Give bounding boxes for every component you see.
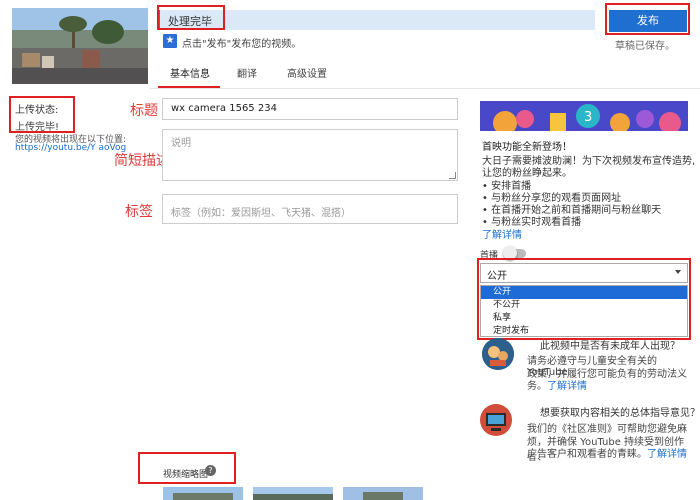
thumbnail-option[interactable]	[163, 487, 243, 500]
star-icon: ★	[163, 34, 177, 48]
draft-saved-text: 草稿已保存。	[615, 41, 675, 52]
thumbnail-option[interactable]	[343, 487, 423, 500]
title-input[interactable]: wx camera 1565 234	[162, 98, 458, 120]
resize-handle[interactable]	[449, 172, 456, 179]
video-thumbnail	[12, 8, 148, 84]
kids-illustration-icon	[482, 338, 514, 370]
annotation-box-publish	[605, 3, 690, 35]
guidelines-question: 想要获取内容相关的总体指导意见？	[540, 408, 700, 419]
tab-active-indicator	[158, 86, 220, 88]
annotation-box-visibility	[477, 258, 691, 340]
thumbnail-option[interactable]	[253, 487, 333, 500]
tab-basic-info[interactable]: 基本信息	[170, 65, 210, 80]
promo-learn-more-link[interactable]: 了解详情	[482, 226, 522, 241]
premiere-promo-banner: 3	[480, 101, 688, 131]
annotation-box-thumbnails	[138, 452, 236, 484]
publish-hint: 点击"发布"发布您的视频。	[182, 39, 302, 50]
guidelines-learn-more-link[interactable]: 了解详情	[647, 449, 687, 460]
annotation-box-upload-status	[9, 96, 75, 133]
kids-learn-more-link[interactable]: 了解详情	[547, 381, 587, 392]
description-input[interactable]: 说明	[162, 129, 458, 181]
tab-advanced-settings[interactable]: 高级设置	[287, 65, 327, 80]
annotation-tags: 标签	[125, 204, 153, 220]
annotation-box-status	[157, 5, 225, 30]
video-link[interactable]: https://youtu.be/Y aoVog	[15, 143, 126, 153]
promo-title: 首映功能全新登场！	[482, 142, 572, 153]
kids-text-end: 务。	[527, 381, 547, 392]
annotation-title: 标题	[130, 103, 158, 119]
tabs-divider	[150, 88, 700, 89]
kids-question: 此视频中是否有未成年人出现？	[540, 341, 680, 352]
guidelines-text-end: 广告客户和观看者的青睐。	[527, 449, 647, 460]
guidelines-text-line: 广告客户和观看者的青睐。了解详情	[527, 445, 687, 460]
tab-translation[interactable]: 翻译	[237, 65, 257, 80]
promo-badge-number: 3	[584, 110, 592, 125]
tags-input[interactable]: 标签（例如：爱因斯坦、飞天猪、混搭）	[162, 194, 458, 224]
description-placeholder: 说明	[171, 138, 191, 149]
kids-text-line: 务。了解详情	[527, 377, 587, 392]
guidelines-illustration-icon	[480, 404, 512, 436]
